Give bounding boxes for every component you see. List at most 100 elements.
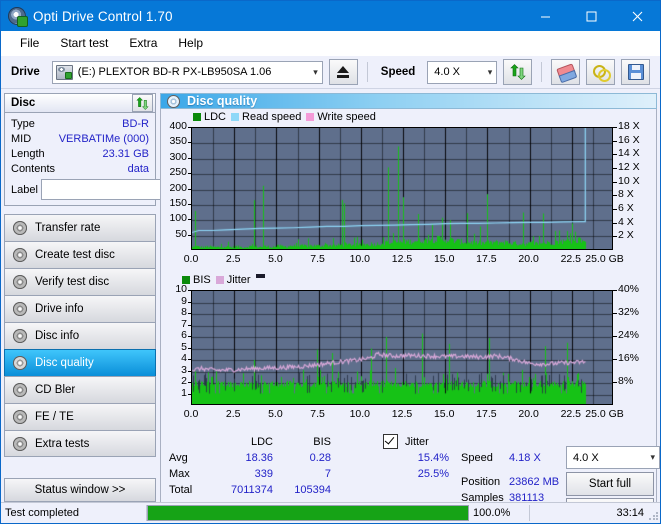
jitter-toggle[interactable]: Jitter <box>383 434 429 449</box>
save-button[interactable] <box>621 59 651 85</box>
eject-button[interactable] <box>328 59 358 85</box>
chart-xtick-label: 20.0 <box>518 408 539 420</box>
eraser-icon <box>556 62 578 83</box>
chart1-plot-area <box>191 127 613 250</box>
chart-y2tick-label: 2 X <box>618 229 634 242</box>
axis-tick <box>613 222 617 224</box>
sidebar-item-fe-te[interactable]: FE / TE <box>4 403 156 430</box>
chevron-down-icon: ▾ <box>650 452 655 462</box>
drive-select[interactable]: (E:) PLEXTOR BD-R PX-LB950SA 1.06 ▾ <box>51 60 323 84</box>
test-speed-select[interactable]: 4.0 X ▾ <box>566 446 660 469</box>
chart-y2tick-label: 32% <box>618 306 640 318</box>
elapsed-time: 33:14 <box>616 507 644 519</box>
axis-tick <box>613 336 617 337</box>
maximize-button[interactable] <box>568 1 614 31</box>
sidebar-item-disc-quality[interactable]: Disc quality <box>4 349 156 376</box>
sidebar-item-label: Transfer rate <box>35 222 101 234</box>
legend-item-ldc: LDC <box>193 111 226 123</box>
chart-ytick-label: 100 <box>169 212 187 225</box>
drive-icon <box>55 64 73 80</box>
chart-xtick-label: 5.0 <box>268 253 283 265</box>
disc-row-contents-value: data <box>127 162 149 175</box>
erase-button[interactable] <box>551 59 581 85</box>
axis-tick <box>188 324 191 326</box>
disc-refresh-button[interactable] <box>132 94 153 112</box>
sidebar-item-label: CD Bler <box>35 384 76 396</box>
axis-tick <box>613 290 617 291</box>
disc-row-length-key: Length <box>11 147 45 160</box>
close-button[interactable] <box>614 1 660 31</box>
disc-row-length: Length 23.31 GB <box>11 146 149 161</box>
legend-swatch-icon <box>215 276 224 284</box>
sidebar-item-disc-info[interactable]: Disc info <box>4 322 156 349</box>
chart-xtick-label: 5.0 <box>268 408 283 420</box>
legend-item-jitter: Jitter <box>215 274 251 286</box>
sidebar-item-cd-bler[interactable]: CD Bler <box>4 376 156 403</box>
chart-y2tick-label: 8 X <box>618 188 634 201</box>
chart-bis-jitter: BIS Jitter 1 2 3 4 5 6 7 8 9 10 8% 16% 24% 32% 40% 0.0 2.… <box>161 272 656 432</box>
eject-icon <box>336 66 351 78</box>
disc-info-panel: Type BD-R MID VERBATIMe (000) Length 23.… <box>4 113 229 206</box>
axis-tick <box>188 336 191 337</box>
chart-xtick-label: 12.5 <box>391 253 413 265</box>
chart-ldc-readspeed: LDC Read speed Write speed 50 100 150 200 250 3… <box>161 109 656 272</box>
chart-xtick-label: 7.5 <box>310 408 325 420</box>
resize-grip-icon[interactable] <box>648 511 658 521</box>
axis-tick <box>188 370 191 372</box>
chart-y2tick-label: 12 X <box>618 161 640 173</box>
start-full-button[interactable]: Start full <box>566 472 654 496</box>
sidebar-item-extra-tests[interactable]: Extra tests <box>4 430 156 457</box>
axis-tick <box>188 382 191 383</box>
chart-y2tick-label: 16% <box>618 352 640 364</box>
chart-ytick-label: 1 <box>181 386 187 399</box>
disc-row-mid-value: VERBATIMe (000) <box>58 132 149 145</box>
chart-ytick-label: 5 <box>181 340 187 353</box>
status-window-button[interactable]: Status window >> <box>4 478 156 502</box>
speed-select[interactable]: 4.0 X ▾ <box>427 60 498 84</box>
chart-xtick-label: 7.5 <box>310 253 325 265</box>
chart-ytick-label: 7 <box>181 317 187 330</box>
chart-y2tick-label: 6 X <box>618 202 634 214</box>
sidebar-item-transfer-rate[interactable]: Transfer rate <box>4 214 156 241</box>
sidebar-item-create-test-disc[interactable]: Create test disc <box>4 241 156 268</box>
stats-avg-ldc: 18.36 <box>245 452 273 464</box>
stats-position-label: Position <box>461 476 501 488</box>
sidebar-item-label: Drive info <box>35 303 84 315</box>
chart-y2tick-label: 14 X <box>618 147 640 160</box>
sidebar-item-verify-test-disc[interactable]: Verify test disc <box>4 268 156 295</box>
chart1-legend: LDC Read speed Write speed <box>193 111 376 123</box>
menu-item-file[interactable]: File <box>11 33 48 53</box>
stats-max-ldc: 339 <box>254 468 273 480</box>
chart-ytick-label: 150 <box>169 196 187 209</box>
window-controls <box>522 1 660 31</box>
disc-icon <box>13 410 27 424</box>
disc-label-key: Label <box>11 183 38 196</box>
disc-row-mid-key: MID <box>11 132 32 145</box>
axis-tick <box>188 301 191 303</box>
chart-ytick-label: 50 <box>175 227 187 240</box>
menu-item-help[interactable]: Help <box>169 33 212 53</box>
stats-position-value: 23862 MB <box>509 476 560 488</box>
menu-item-start-test[interactable]: Start test <box>51 33 117 53</box>
chart-xtick-label: 2.5 <box>225 408 241 420</box>
axis-tick <box>188 219 191 221</box>
minimize-icon <box>540 16 550 17</box>
link-button[interactable] <box>586 59 616 85</box>
chart-xtick-label: 22.5 <box>560 253 582 265</box>
chart-xtick-label: 25.0 GB <box>585 253 624 265</box>
stats-total-ldc: 7011374 <box>230 484 273 496</box>
axis-tick <box>188 157 191 159</box>
stats-speed-label: Speed <box>461 452 493 464</box>
chart1-canvas <box>192 128 612 249</box>
refresh-button[interactable] <box>503 59 533 85</box>
progress-bar <box>147 505 469 521</box>
sidebar-item-drive-info[interactable]: Drive info <box>4 295 156 322</box>
app-window: Opti Drive Control 1.70 File Start test … <box>0 0 661 524</box>
disc-icon <box>13 221 27 235</box>
menu-item-extra[interactable]: Extra <box>120 33 166 53</box>
legend-item-bis: BIS <box>182 274 211 286</box>
axis-tick <box>613 236 617 238</box>
minimize-button[interactable] <box>522 1 568 31</box>
axis-tick <box>188 313 191 314</box>
jitter-checkbox[interactable] <box>383 434 398 449</box>
